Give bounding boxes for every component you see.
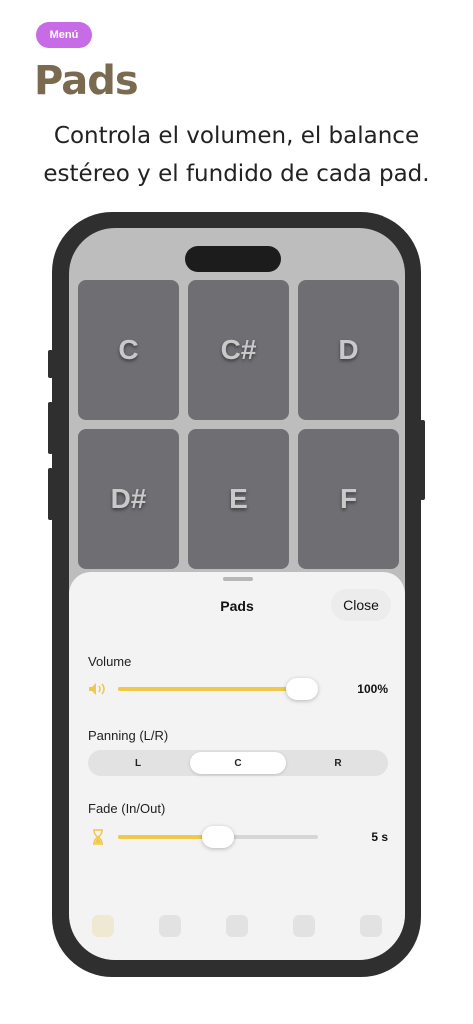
fade-slider-thumb[interactable] bbox=[202, 826, 234, 848]
tab-icon bbox=[293, 915, 316, 937]
phone-screen: C C# D D# E F Pads Close Volume 100% Pan… bbox=[69, 228, 405, 960]
close-button[interactable]: Close bbox=[331, 589, 391, 621]
tab-icon bbox=[91, 915, 114, 937]
pad-c-sharp[interactable]: C# bbox=[188, 280, 289, 420]
pad-f[interactable]: F bbox=[298, 429, 399, 569]
speaker-icon bbox=[89, 683, 105, 695]
pad-d-sharp[interactable]: D# bbox=[78, 429, 179, 569]
page-title: Pads bbox=[34, 58, 139, 104]
background-tab-bar bbox=[69, 892, 405, 960]
panning-option-center[interactable]: C bbox=[190, 752, 286, 774]
pad-c[interactable]: C bbox=[78, 280, 179, 420]
panning-option-left[interactable]: L bbox=[90, 752, 186, 774]
page-subtitle: Controla el volumen, el balance estéreo … bbox=[0, 117, 473, 193]
tab-icon bbox=[225, 915, 248, 937]
panning-option-right[interactable]: R bbox=[290, 752, 386, 774]
menu-badge[interactable]: Menú bbox=[36, 22, 92, 48]
volume-value: 100% bbox=[357, 682, 388, 696]
hourglass-icon bbox=[93, 829, 103, 845]
pad-e[interactable]: E bbox=[188, 429, 289, 569]
volume-slider-thumb[interactable] bbox=[286, 678, 318, 700]
dynamic-island bbox=[185, 246, 281, 272]
pad-settings-sheet: Pads Close Volume 100% Panning (L/R) L C… bbox=[69, 572, 405, 960]
pad-d[interactable]: D bbox=[298, 280, 399, 420]
subtitle-line-2: estéreo y el fundido de cada pad. bbox=[43, 161, 430, 187]
panning-segmented-control: L C R bbox=[88, 750, 388, 776]
panning-label: Panning (L/R) bbox=[88, 728, 169, 743]
fade-label: Fade (In/Out) bbox=[88, 801, 166, 816]
volume-label: Volume bbox=[88, 654, 132, 669]
sheet-grabber[interactable] bbox=[223, 577, 253, 581]
tab-icon bbox=[360, 915, 383, 937]
tab-icon bbox=[158, 915, 181, 937]
fade-value: 5 s bbox=[371, 830, 388, 844]
subtitle-line-1: Controla el volumen, el balance bbox=[53, 123, 420, 149]
